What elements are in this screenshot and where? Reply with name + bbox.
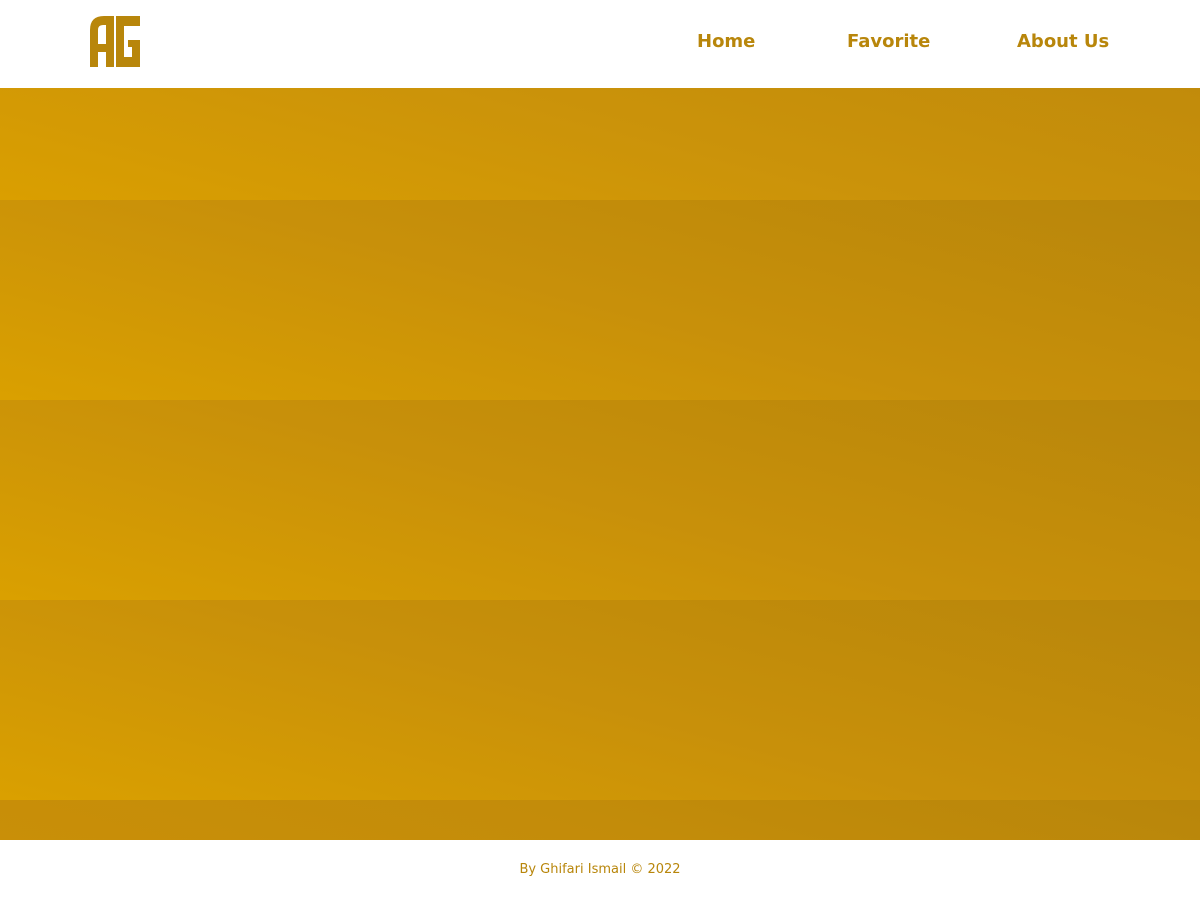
main-content <box>0 88 1200 840</box>
content-band <box>0 200 1200 400</box>
footer-copyright: By Ghifari Ismail © 2022 <box>519 862 681 877</box>
nav-links: Home Favorite About Us <box>0 0 1200 88</box>
content-band <box>0 800 1200 840</box>
navbar: Home Favorite About Us <box>0 0 1200 88</box>
content-band <box>0 400 1200 600</box>
footer: By Ghifari Ismail © 2022 <box>0 840 1200 900</box>
content-band <box>0 88 1200 200</box>
nav-favorite-link[interactable]: Favorite <box>847 31 930 52</box>
nav-about-link[interactable]: About Us <box>1017 31 1109 52</box>
content-band <box>0 600 1200 800</box>
nav-home-link[interactable]: Home <box>697 31 755 52</box>
